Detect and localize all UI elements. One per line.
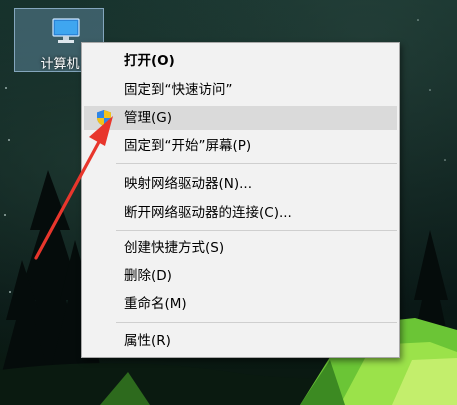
menu-item-pin-start[interactable]: 固定到“开始”屏幕(P) [84,134,397,158]
menu-item-create-shortcut[interactable]: 创建快捷方式(S) [84,236,397,260]
menu-item-manage-label: 管理(G) [124,110,172,126]
menu-item-properties[interactable]: 属性(R) [84,329,397,353]
menu-separator [116,230,397,231]
uac-shield-icon [97,110,111,126]
menu-item-open[interactable]: 打开(O) [84,49,397,73]
computer-monitor-icon [52,18,80,43]
context-menu: 打开(O) 固定到“快速访问” 管理(G) 固定到“开始”屏幕(P) 映射网络驱… [81,42,400,358]
menu-item-rename[interactable]: 重命名(M) [84,292,397,316]
menu-item-pin-quick-access[interactable]: 固定到“快速访问” [84,78,397,102]
menu-item-delete[interactable]: 删除(D) [84,264,397,288]
menu-item-manage[interactable]: 管理(G) [84,106,397,130]
menu-item-disconnect-network-drive[interactable]: 断开网络驱动器的连接(C)... [84,201,397,225]
menu-separator [116,322,397,323]
menu-item-map-network-drive[interactable]: 映射网络驱动器(N)... [84,172,397,196]
menu-separator [116,163,397,164]
